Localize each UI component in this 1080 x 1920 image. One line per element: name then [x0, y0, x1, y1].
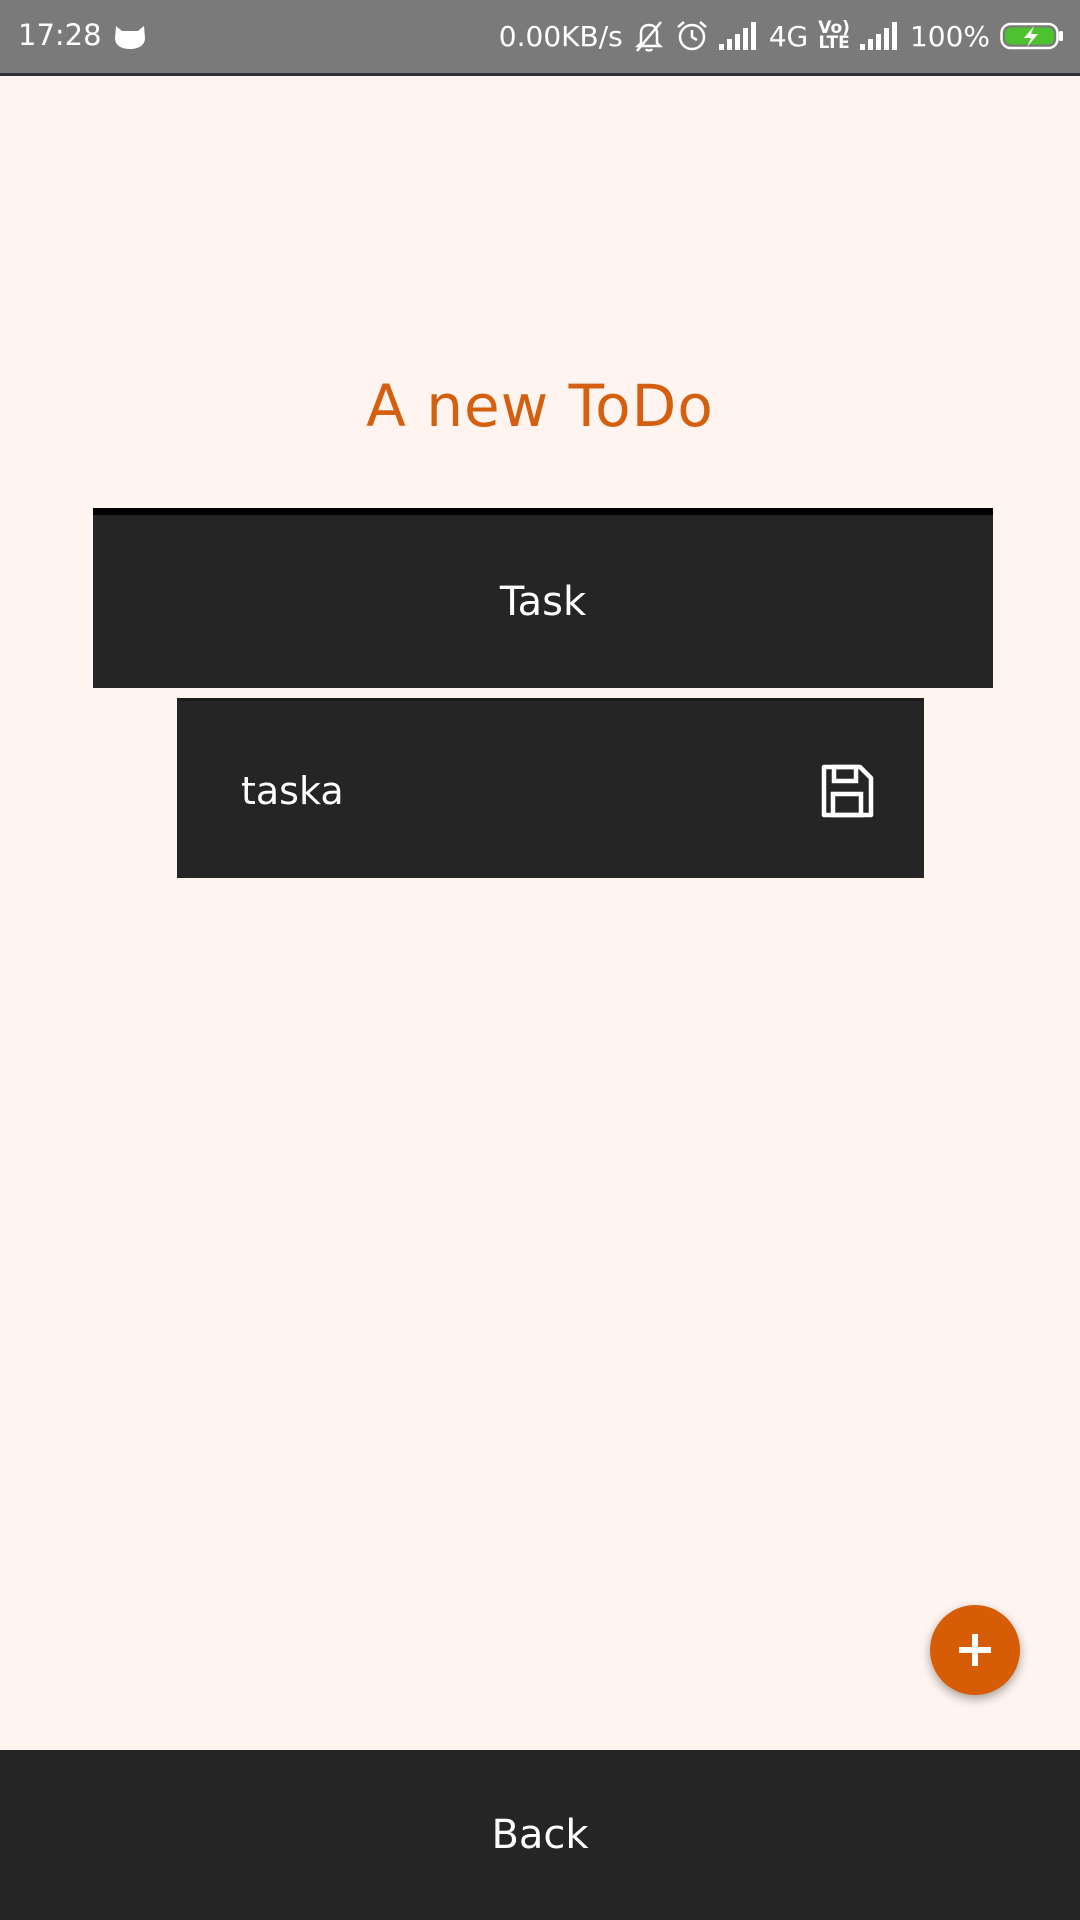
task-input-row [177, 698, 924, 878]
signal-icon [718, 22, 759, 50]
save-icon [821, 764, 874, 818]
volte-badge: Vo) LTE [818, 20, 850, 53]
status-bar: 17:28 0.00KB/s 4G Vo) LTE 100% [0, 0, 1080, 76]
battery-percent: 100% [909, 19, 990, 53]
add-button[interactable] [930, 1605, 1020, 1695]
back-button[interactable]: Back [0, 1750, 1080, 1920]
page-title: A new ToDo [366, 372, 714, 440]
alarm-icon [675, 19, 709, 53]
net-speed: 0.00KB/s [498, 19, 623, 53]
task-header: Task [93, 508, 993, 688]
status-icons: 0.00KB/s 4G Vo) LTE 100% [499, 14, 1064, 58]
back-label: Back [491, 1812, 589, 1858]
signal-icon [859, 22, 900, 50]
status-time: 17:28 [18, 18, 102, 52]
mute-icon [633, 19, 665, 53]
task-header-label: Task [499, 578, 587, 625]
cat-notification-icon [112, 22, 148, 50]
volte-bottom: LTE [818, 33, 850, 53]
plus-icon [959, 1634, 991, 1666]
save-button[interactable] [817, 761, 877, 821]
battery-charging-icon [1000, 21, 1064, 51]
task-input[interactable] [241, 741, 761, 841]
network-type: 4G [768, 19, 809, 53]
